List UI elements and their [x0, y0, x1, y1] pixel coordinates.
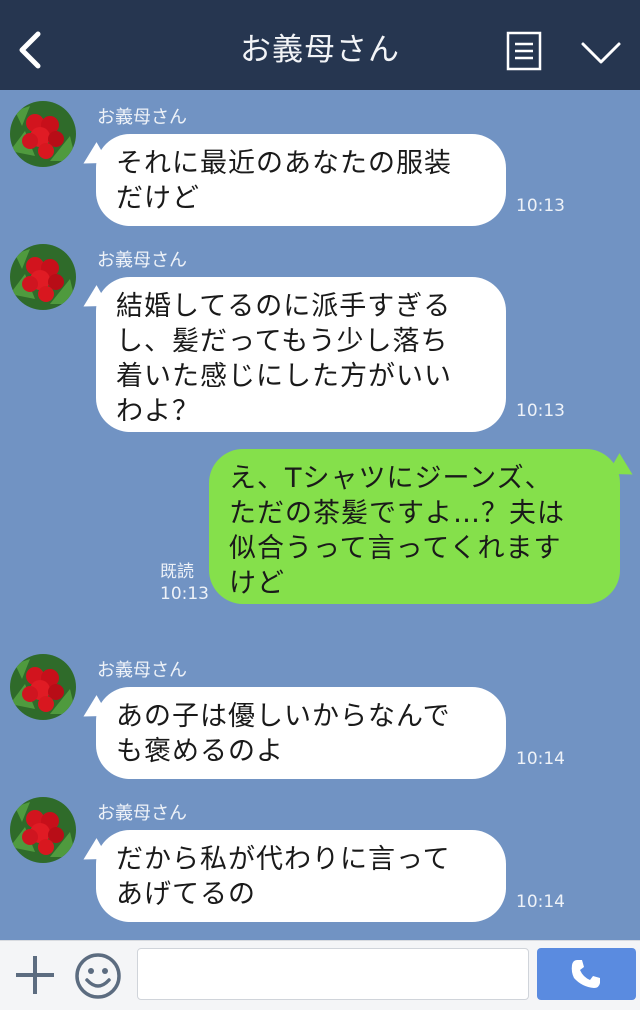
message-bubble[interactable]: 結婚してるのに派手すぎる し、髪だってもう少し落ち 着いた感じにした方がいい わ… [96, 277, 506, 432]
avatar-image [10, 797, 76, 863]
message-bubble[interactable]: あの子は優しいからなんで も褒めるのよ [96, 687, 506, 779]
message-time: 10:14 [516, 749, 565, 769]
input-bar [0, 940, 640, 1010]
sender-name: お義母さん [97, 803, 187, 824]
message-bubble[interactable]: だから私が代わりに言って あげてるの [96, 830, 506, 922]
message-time: 10:13 [516, 401, 565, 421]
sender-name: お義母さん [97, 250, 187, 271]
avatar[interactable] [10, 797, 76, 863]
plus-icon[interactable] [14, 954, 56, 996]
message-bubble-outgoing[interactable]: え、Tシャツにジーンズ、 ただの茶髪ですよ…？夫は 似合うって言ってくれます け… [209, 449, 620, 604]
chevron-down-icon[interactable] [580, 40, 622, 66]
message-input[interactable] [137, 948, 529, 1000]
avatar-image [10, 654, 76, 720]
chat-title: お義母さん [240, 32, 400, 68]
smile-icon[interactable] [74, 952, 122, 1000]
message-time: 10:13 [160, 584, 209, 604]
sender-name: お義母さん [97, 107, 187, 128]
menu-icon[interactable] [506, 31, 542, 71]
phone-icon [571, 960, 600, 988]
message-time: 10:13 [516, 196, 565, 216]
chat-header: お義母さん [0, 0, 640, 90]
avatar-image [10, 244, 76, 310]
avatar[interactable] [10, 101, 76, 167]
message-bubble[interactable]: それに最近のあなたの服装 だけど [96, 134, 506, 226]
avatar-image [10, 101, 76, 167]
read-receipt: 既読 [160, 562, 194, 582]
avatar[interactable] [10, 244, 76, 310]
sender-name: お義母さん [97, 660, 187, 681]
avatar[interactable] [10, 654, 76, 720]
call-button[interactable] [537, 948, 636, 1000]
message-time: 10:14 [516, 892, 565, 912]
